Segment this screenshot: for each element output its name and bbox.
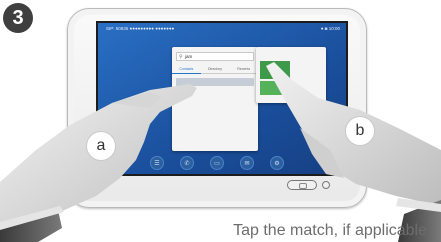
right-hand [266, 62, 441, 242]
instruction-caption: Tap the match, if applicable [233, 222, 427, 239]
hands-illustration [0, 62, 441, 242]
label-b: b [345, 116, 375, 146]
left-hand [0, 84, 197, 242]
label-a: a [86, 131, 116, 161]
